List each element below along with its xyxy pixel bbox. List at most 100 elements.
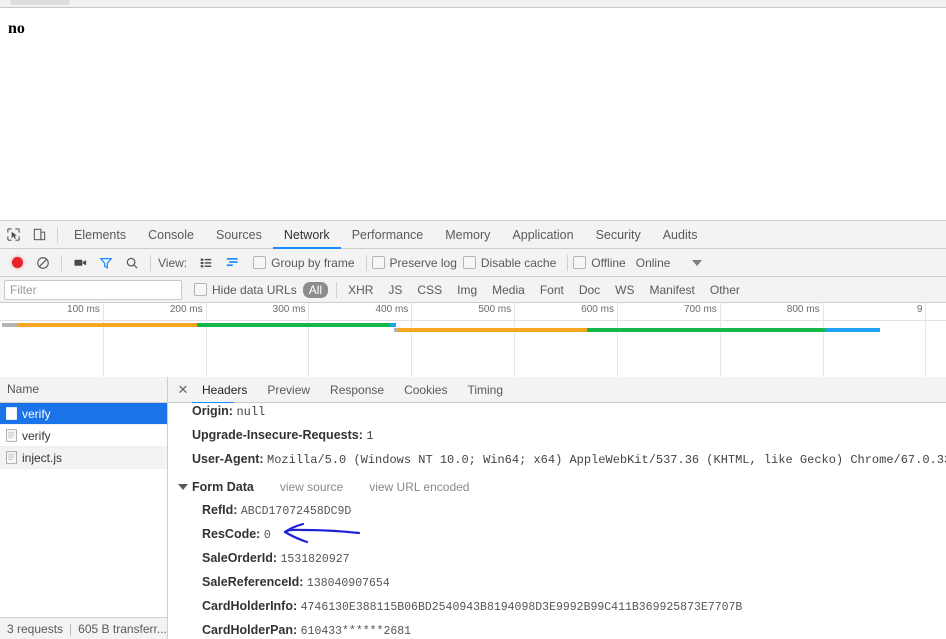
record-button-icon[interactable] bbox=[4, 250, 30, 276]
filter-type-js[interactable]: JS bbox=[382, 282, 408, 298]
filter-type-xhr[interactable]: XHR bbox=[342, 282, 379, 298]
request-name: verify bbox=[22, 406, 51, 421]
overview-request-bar bbox=[0, 328, 946, 332]
tab-network[interactable]: Network bbox=[272, 222, 341, 249]
filter-type-ws[interactable]: WS bbox=[609, 282, 640, 298]
offline-label: Offline bbox=[591, 255, 626, 270]
form-data-section-header[interactable]: Form Data view source view URL encoded bbox=[178, 475, 946, 499]
overview-bar-segment-download bbox=[825, 328, 880, 332]
throttling-select[interactable]: Online bbox=[636, 256, 671, 270]
filter-type-doc[interactable]: Doc bbox=[573, 282, 606, 298]
close-icon[interactable]: ✕ bbox=[174, 381, 192, 399]
tab-elements[interactable]: Elements bbox=[63, 222, 137, 248]
form-field-cardholderpan: CardHolderPan: 610433******2681 bbox=[178, 619, 946, 639]
requests-list-column: Name verify verify inject.js 3 requests … bbox=[0, 377, 168, 639]
tab-performance[interactable]: Performance bbox=[341, 222, 435, 248]
filter-type-all[interactable]: All bbox=[302, 281, 329, 298]
filter-type-font[interactable]: Font bbox=[534, 282, 570, 298]
overview-tick-label: 500 ms bbox=[478, 304, 512, 315]
request-row-injectjs[interactable]: inject.js bbox=[0, 447, 167, 469]
waterfall-view-icon[interactable] bbox=[219, 250, 245, 276]
page-body-text: no bbox=[8, 20, 25, 37]
overview-tick-label: 100 ms bbox=[67, 304, 100, 315]
overview-tick-label: 700 ms bbox=[683, 304, 717, 315]
camera-icon[interactable] bbox=[67, 250, 93, 276]
header-value: Mozilla/5.0 (Windows NT 10.0; Win64; x64… bbox=[267, 453, 946, 467]
detail-tab-cookies[interactable]: Cookies bbox=[394, 378, 457, 402]
clear-icon[interactable] bbox=[30, 250, 56, 276]
checkbox-box bbox=[462, 256, 476, 269]
field-value: 4746130E388115B06BD2540943B8194098D3E999… bbox=[300, 601, 743, 614]
funnel-icon[interactable] bbox=[93, 250, 119, 276]
view-source-link[interactable]: view source bbox=[280, 475, 343, 499]
overview-tick: 300 ms bbox=[273, 303, 310, 379]
checkbox-box bbox=[371, 256, 385, 269]
filter-type-media[interactable]: Media bbox=[486, 282, 531, 298]
screenshot-root: no Elements Console Sources Network Perf… bbox=[0, 0, 946, 639]
browser-tabstrip bbox=[0, 0, 946, 8]
overview-bar-segment-waiting bbox=[197, 323, 390, 327]
checkbox-box bbox=[573, 256, 587, 269]
offline-checkbox[interactable]: Offline bbox=[573, 255, 626, 270]
chevron-down-icon[interactable] bbox=[692, 259, 703, 266]
field-name: SaleOrderId: bbox=[202, 551, 278, 565]
field-value: ABCD17072458DC9D bbox=[240, 505, 352, 518]
browser-tab[interactable] bbox=[10, 0, 70, 5]
toolbar-divider-2 bbox=[61, 254, 62, 271]
field-value: 610433******2681 bbox=[300, 625, 412, 638]
preserve-log-checkbox[interactable]: Preserve log bbox=[371, 256, 457, 270]
view-url-encoded-link[interactable]: view URL encoded bbox=[369, 475, 469, 499]
filter-type-img[interactable]: Img bbox=[451, 282, 483, 298]
detail-scroll-area[interactable]: Origin: null Upgrade-Insecure-Requests: … bbox=[168, 402, 946, 639]
disable-cache-checkbox[interactable]: Disable cache bbox=[462, 256, 556, 270]
toolbar-divider-4 bbox=[365, 254, 367, 271]
column-header-name[interactable]: Name bbox=[0, 377, 167, 403]
filter-type-css[interactable]: CSS bbox=[411, 282, 448, 298]
network-overview-timeline[interactable]: 100 ms 200 ms 300 ms 400 ms 500 ms 600 ms 700 … bbox=[0, 303, 946, 380]
list-view-icon[interactable] bbox=[193, 250, 219, 276]
filter-input[interactable] bbox=[4, 279, 182, 300]
filterbar-divider bbox=[336, 281, 338, 298]
request-name: verify bbox=[22, 428, 51, 443]
field-value: 0 bbox=[263, 529, 271, 542]
tab-console[interactable]: Console bbox=[137, 222, 205, 248]
overview-bar-segment-queueing bbox=[2, 323, 18, 327]
overview-tick-label: 800 ms bbox=[786, 304, 820, 315]
overview-tick: 500 ms bbox=[478, 303, 516, 379]
form-data-title: Form Data bbox=[192, 480, 254, 494]
detail-tab-preview[interactable]: Preview bbox=[257, 378, 320, 402]
request-name: inject.js bbox=[22, 450, 63, 465]
overview-tick: 200 ms bbox=[170, 303, 207, 379]
detail-tab-headers[interactable]: Headers bbox=[192, 378, 257, 402]
toolbar-divider-3 bbox=[150, 254, 151, 271]
filter-type-other[interactable]: Other bbox=[704, 282, 746, 298]
overview-bar-segment-waiting bbox=[587, 328, 825, 332]
page-viewport: no bbox=[0, 8, 946, 220]
request-row-verify-2[interactable]: verify bbox=[0, 425, 167, 447]
form-field-rescode: ResCode: 0 bbox=[178, 523, 946, 547]
field-name: SaleReferenceId: bbox=[202, 575, 304, 589]
overview-bar-segment-stalled bbox=[18, 323, 197, 327]
tab-application[interactable]: Application bbox=[501, 222, 584, 248]
form-field-refid: RefId: ABCD17072458DC9D bbox=[178, 499, 946, 523]
inspect-cursor-icon[interactable] bbox=[0, 222, 26, 248]
search-icon[interactable] bbox=[119, 250, 145, 276]
tab-sources[interactable]: Sources bbox=[205, 222, 273, 248]
tab-memory[interactable]: Memory bbox=[434, 222, 501, 248]
group-by-frame-label: Group by frame bbox=[271, 255, 355, 270]
hide-data-urls-checkbox[interactable]: Hide data URLs bbox=[194, 283, 297, 297]
detail-tab-response[interactable]: Response bbox=[320, 378, 394, 402]
status-transferred: 605 B transferr... bbox=[78, 622, 167, 636]
header-upgrade-insecure-requests: Upgrade-Insecure-Requests: 1 bbox=[178, 424, 946, 448]
request-row-verify-1[interactable]: verify bbox=[0, 403, 167, 425]
detail-tab-timing[interactable]: Timing bbox=[457, 378, 513, 402]
overview-tick-label: 9 bbox=[916, 304, 923, 315]
tab-audits[interactable]: Audits bbox=[652, 222, 709, 248]
scroll-top-highlight bbox=[192, 402, 234, 403]
chevron-down-icon[interactable] bbox=[178, 484, 188, 490]
tab-security[interactable]: Security bbox=[585, 222, 652, 248]
group-by-frame-checkbox[interactable]: Group by frame bbox=[253, 255, 355, 270]
filter-type-manifest[interactable]: Manifest bbox=[644, 282, 701, 298]
device-toolbar-icon[interactable] bbox=[26, 222, 52, 248]
devtools-panel: Elements Console Sources Network Perform… bbox=[0, 220, 946, 639]
